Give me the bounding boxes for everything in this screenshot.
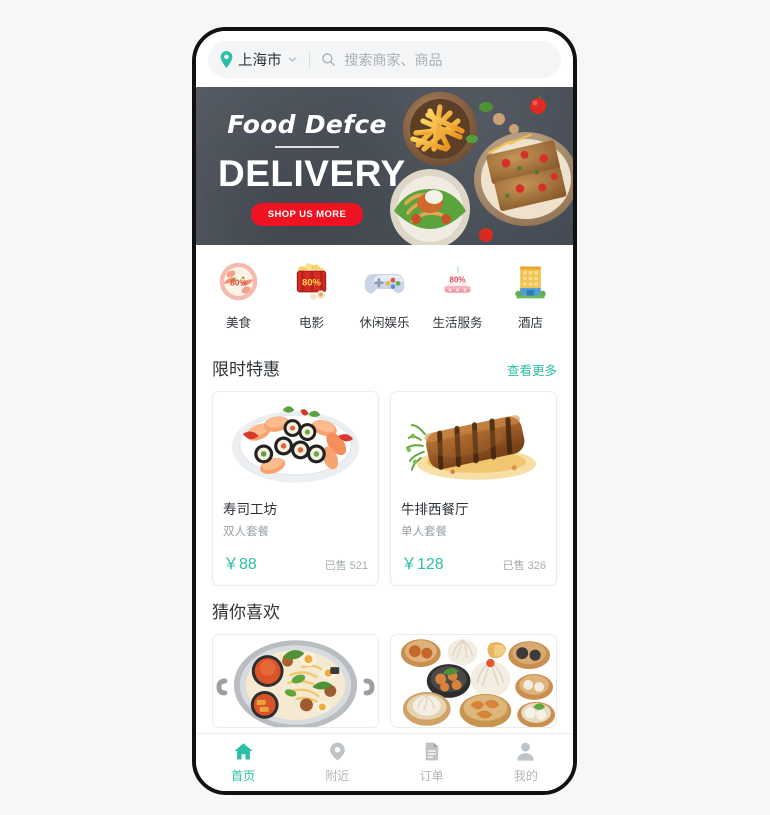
- header-divider: [308, 51, 310, 68]
- game-controller-icon: [364, 274, 405, 294]
- food-bowl-icon: 80%: [219, 262, 258, 301]
- deal-sold-count: 已售 521: [324, 560, 368, 572]
- app-screen: 上海市 搜索商家、商品 Food Defce DELIVERY SHOP US …: [196, 31, 573, 791]
- app-header: 上海市: [196, 31, 573, 87]
- category-label: 电影: [298, 316, 324, 330]
- deals-section-title: 限时特惠: [212, 360, 280, 379]
- guess-card[interactable]: [212, 634, 379, 728]
- deal-sold-count: 已售 326: [502, 560, 546, 572]
- category-item-hotel[interactable]: 酒店: [494, 259, 567, 331]
- location-label: 上海市: [238, 53, 282, 69]
- category-item-movie[interactable]: 80% 电影: [275, 259, 348, 331]
- category-label: 生活服务: [432, 316, 483, 330]
- search-input[interactable]: [344, 51, 549, 68]
- chevron-down-icon[interactable]: [287, 54, 298, 65]
- guess-card[interactable]: [390, 634, 557, 728]
- search-icon: [321, 53, 335, 66]
- tab-label: 附近: [325, 769, 350, 783]
- deal-card[interactable]: 牛排西餐厅 单人套餐 ￥128 已售 326: [390, 391, 557, 586]
- shop-us-more-button[interactable]: SHOP US MORE: [250, 203, 364, 226]
- phone-frame: 上海市 搜索商家、商品 Food Defce DELIVERY SHOP US …: [192, 27, 577, 795]
- deals-card-row: 寿司工坊 双人套餐 ￥88 已售 521 牛排西餐厅 单人套餐 ￥128 已售 …: [196, 391, 573, 586]
- promo-banner[interactable]: Food Defce DELIVERY SHOP US MORE: [196, 87, 573, 245]
- tab-label: 首页: [231, 769, 256, 783]
- grilled-steak-photo: [391, 392, 556, 489]
- bottom-tab-bar: 首页 附近 订单 我的: [196, 733, 573, 791]
- deals-section-header: 限时特惠 查看更多: [196, 343, 573, 391]
- search-bar[interactable]: 上海市: [208, 41, 561, 78]
- person-icon: [517, 742, 535, 761]
- tab-label: 我的: [513, 769, 538, 783]
- document-icon: [425, 742, 439, 761]
- deal-name: 寿司工坊: [223, 502, 277, 517]
- guess-section-title: 猜你喜欢: [212, 603, 280, 622]
- life-service-cake-icon: 80%: [444, 266, 471, 293]
- deals-see-more-link[interactable]: 查看更多: [507, 360, 557, 379]
- guess-section-header: 猜你喜欢: [196, 586, 573, 634]
- banner-script-text: Food Defce: [227, 110, 387, 139]
- guess-card-row: [196, 634, 573, 733]
- map-pin-icon: [330, 742, 345, 761]
- movie-ticket-icon: 80%: [296, 263, 327, 300]
- tab-label: 订单: [419, 769, 444, 783]
- home-icon: [234, 743, 253, 760]
- map-pin-icon: [220, 51, 233, 68]
- category-nav: 80% 美食 80% 电影 休闲娱乐 80% 生活服务 酒店: [196, 245, 573, 343]
- location-selector[interactable]: 上海市: [220, 49, 298, 70]
- svg-text:80%: 80%: [302, 277, 321, 287]
- category-item-food[interactable]: 80% 美食: [202, 259, 275, 331]
- deal-subtitle: 单人套餐: [401, 526, 447, 538]
- deal-price: ￥88: [223, 556, 257, 573]
- category-label: 休闲娱乐: [359, 316, 410, 330]
- tab-nearby[interactable]: 附近: [290, 741, 384, 784]
- category-item-life-service[interactable]: 80% 生活服务: [421, 259, 494, 331]
- tab-orders[interactable]: 订单: [385, 741, 479, 784]
- banner-text-block: Food Defce DELIVERY SHOP US MORE: [218, 110, 406, 226]
- tab-home[interactable]: 首页: [196, 741, 290, 784]
- deal-subtitle: 双人套餐: [223, 526, 269, 538]
- category-label: 酒店: [517, 316, 543, 330]
- deal-name: 牛排西餐厅: [401, 502, 469, 517]
- category-label: 美食: [225, 316, 251, 330]
- category-item-entertainment[interactable]: 休闲娱乐: [348, 259, 421, 331]
- dimsum-basket-photo: [391, 635, 556, 727]
- deal-card[interactable]: 寿司工坊 双人套餐 ￥88 已售 521: [212, 391, 379, 586]
- sushi-platter-photo: [213, 392, 378, 489]
- tab-profile[interactable]: 我的: [479, 741, 573, 784]
- hotel-building-icon: [515, 266, 546, 299]
- banner-headline: DELIVERY: [218, 153, 406, 194]
- hotpot-noodle-photo: [213, 635, 378, 727]
- banner-rule: [275, 146, 339, 148]
- svg-text:80%: 80%: [450, 275, 466, 284]
- svg-text:80%: 80%: [230, 277, 247, 287]
- deal-price: ￥128: [401, 556, 444, 573]
